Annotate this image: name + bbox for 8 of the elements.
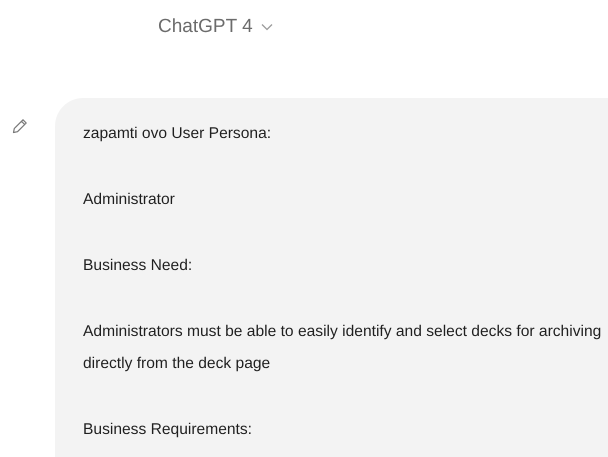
- message-text: Administrator: [83, 190, 176, 210]
- message-text: Business Requirements:: [83, 420, 254, 440]
- message-text: Administrators must be able to easily identify and select decks for archiving directly from the deck page: [83, 322, 602, 374]
- message-text: Business Need:: [83, 256, 194, 276]
- pencil-icon[interactable]: [12, 118, 28, 134]
- message-text: zapamti ovo User Persona:: [83, 124, 272, 144]
- model-selector[interactable]: ChatGPT 4: [158, 16, 273, 38]
- chevron-down-icon: [260, 23, 273, 31]
